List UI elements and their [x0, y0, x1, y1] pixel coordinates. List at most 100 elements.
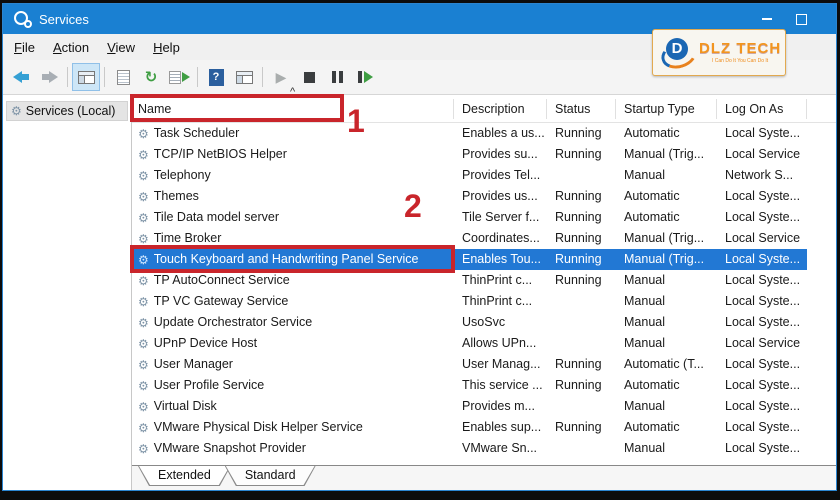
stop-button[interactable]	[295, 63, 323, 91]
service-name-cell[interactable]: ⚙Virtual Disk	[132, 396, 454, 417]
service-name: UPnP Device Host	[154, 333, 257, 354]
row-filler	[807, 249, 836, 270]
service-gear-icon: ⚙	[138, 254, 149, 266]
service-row[interactable]: ⚙Touch Keyboard and Handwriting Panel Se…	[132, 249, 836, 270]
view-tabs-bar: ExtendedStandard	[132, 465, 836, 490]
service-name-cell[interactable]: ⚙Tile Data model server	[132, 207, 454, 228]
service-row[interactable]: ⚙UPnP Device HostAllows UPn...ManualLoca…	[132, 333, 836, 354]
service-name-cell[interactable]: ⚙Themes	[132, 186, 454, 207]
start-button[interactable]: ▶	[267, 63, 295, 91]
service-row[interactable]: ⚙Task SchedulerEnables a us...RunningAut…	[132, 123, 836, 144]
service-name: TCP/IP NetBIOS Helper	[154, 144, 287, 165]
service-logon-as: Network S...	[717, 165, 807, 186]
column-header-status[interactable]: Status	[547, 99, 616, 119]
service-name: TP VC Gateway Service	[154, 291, 289, 312]
service-row[interactable]: ⚙VMware Physical Disk Helper ServiceEnab…	[132, 417, 836, 438]
service-row[interactable]: ⚙Tile Data model serverTile Server f...R…	[132, 207, 836, 228]
service-name-cell[interactable]: ⚙Task Scheduler	[132, 123, 454, 144]
service-logon-as: Local Syste...	[717, 270, 807, 291]
row-filler	[807, 165, 836, 186]
back-button[interactable]	[7, 63, 35, 91]
window-pane-button[interactable]	[230, 63, 258, 91]
row-filler	[807, 123, 836, 144]
properties-button[interactable]	[109, 63, 137, 91]
column-header-name[interactable]: Name	[132, 99, 454, 119]
show-tree-button[interactable]	[72, 63, 100, 91]
service-row[interactable]: ⚙TP AutoConnect ServiceThinPrint c...Run…	[132, 270, 836, 291]
service-description: Provides Tel...	[454, 165, 547, 186]
service-name-cell[interactable]: ⚙VMware Physical Disk Helper Service	[132, 417, 454, 438]
service-name-cell[interactable]: ⚙TP VC Gateway Service	[132, 291, 454, 312]
service-row[interactable]: ⚙User Profile ServiceThis service ...Run…	[132, 375, 836, 396]
tab-extended[interactable]: Extended	[138, 466, 231, 486]
service-logon-as: Local Service	[717, 228, 807, 249]
service-description: This service ...	[454, 375, 547, 396]
service-name: User Manager	[154, 354, 233, 375]
sidebar-item-services-local[interactable]: ⚙ Services (Local)	[6, 101, 128, 121]
service-status	[547, 333, 616, 354]
column-header-startup-type[interactable]: Startup Type	[616, 99, 717, 119]
pause-button[interactable]	[323, 63, 351, 91]
service-description: Allows UPn...	[454, 333, 547, 354]
service-name-cell[interactable]: ⚙User Manager	[132, 354, 454, 375]
column-header-log-on-as[interactable]: Log On As	[717, 99, 807, 119]
service-logon-as: Local Syste...	[717, 375, 807, 396]
forward-icon	[41, 71, 58, 83]
service-gear-icon: ⚙	[138, 443, 149, 455]
service-name-cell[interactable]: ⚙Touch Keyboard and Handwriting Panel Se…	[132, 249, 454, 270]
service-description: Coordinates...	[454, 228, 547, 249]
service-row[interactable]: ⚙Virtual DiskProvides m...ManualLocal Sy…	[132, 396, 836, 417]
tab-standard[interactable]: Standard	[225, 466, 316, 486]
service-name-cell[interactable]: ⚙User Profile Service	[132, 375, 454, 396]
column-header-filler	[807, 99, 836, 119]
menu-item-view[interactable]: View	[98, 36, 144, 59]
restart-button[interactable]	[351, 63, 379, 91]
service-name-cell[interactable]: ⚙UPnP Device Host	[132, 333, 454, 354]
main-area: ⚙ Services (Local) NameDescriptionStatus…	[3, 95, 836, 490]
row-filler	[807, 312, 836, 333]
service-name: Task Scheduler	[154, 123, 239, 144]
service-row[interactable]: ⚙TP VC Gateway ServiceThinPrint c...Manu…	[132, 291, 836, 312]
service-name: User Profile Service	[154, 375, 264, 396]
toolbar-separator	[104, 67, 105, 87]
toolbar-separator	[197, 67, 198, 87]
service-row[interactable]: ⚙TelephonyProvides Tel... ManualNetwork S…	[132, 165, 836, 186]
export-list-button[interactable]	[165, 63, 193, 91]
service-startup-type: Manual	[616, 270, 717, 291]
service-logon-as: Local Syste...	[717, 186, 807, 207]
service-name: Telephony	[154, 165, 211, 186]
service-name-cell[interactable]: ⚙TP AutoConnect Service	[132, 270, 454, 291]
service-name: Time Broker	[154, 228, 222, 249]
service-description: Provides us...	[454, 186, 547, 207]
help-button[interactable]: ?	[202, 63, 230, 91]
service-startup-type: Manual	[616, 312, 717, 333]
service-row[interactable]: ⚙User ManagerUser Manag...RunningAutomat…	[132, 354, 836, 375]
service-row[interactable]: ⚙ThemesProvides us...RunningAutomaticLoc…	[132, 186, 836, 207]
service-gear-icon: ⚙	[138, 275, 149, 287]
menu-item-help[interactable]: Help	[144, 36, 189, 59]
service-name-cell[interactable]: ⚙TCP/IP NetBIOS Helper	[132, 144, 454, 165]
service-row[interactable]: ⚙VMware Snapshot ProviderVMware Sn...Man…	[132, 438, 836, 459]
service-startup-type: Automatic	[616, 207, 717, 228]
service-name-cell[interactable]: ⚙Update Orchestrator Service	[132, 312, 454, 333]
refresh-button[interactable]: ↻	[137, 63, 165, 91]
service-gear-icon: ⚙	[138, 233, 149, 245]
service-status	[547, 312, 616, 333]
window-pane-icon	[236, 71, 253, 84]
service-row[interactable]: ⚙Time BrokerCoordinates...RunningManual …	[132, 228, 836, 249]
service-name: VMware Physical Disk Helper Service	[154, 417, 363, 438]
column-header-description[interactable]: Description	[454, 99, 547, 119]
menu-item-file[interactable]: File	[5, 36, 44, 59]
service-name-cell[interactable]: ⚙ Time Broker	[132, 228, 454, 249]
service-row[interactable]: ⚙Update Orchestrator ServiceUsoSvcManual…	[132, 312, 836, 333]
service-name-cell[interactable]: ⚙Telephony	[132, 165, 454, 186]
service-name-cell[interactable]: ⚙VMware Snapshot Provider	[132, 438, 454, 459]
properties-icon	[117, 70, 130, 85]
menu-item-action[interactable]: Action	[44, 36, 98, 59]
service-row[interactable]: ⚙TCP/IP NetBIOS HelperProvides su...Runn…	[132, 144, 836, 165]
back-icon	[13, 71, 30, 83]
service-status: Running	[547, 354, 616, 375]
maximize-button[interactable]	[784, 4, 818, 34]
service-startup-type: Manual	[616, 165, 717, 186]
forward-button[interactable]	[35, 63, 63, 91]
